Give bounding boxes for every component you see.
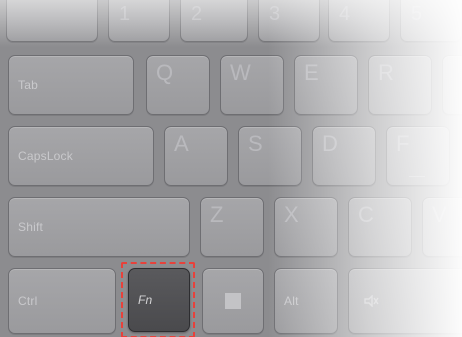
key-shift[interactable]: Shift bbox=[8, 197, 190, 257]
key-x[interactable]: X bbox=[274, 197, 338, 257]
key-tab[interactable]: Tab bbox=[8, 55, 134, 115]
key-c-label: C bbox=[358, 202, 374, 227]
key-alt-label: Alt bbox=[284, 294, 299, 308]
key-3[interactable]: 3 bbox=[258, 0, 320, 42]
key-3-label: 3 bbox=[269, 3, 281, 25]
key-ctrl[interactable]: Ctrl bbox=[8, 268, 116, 334]
key-5[interactable]: 5 bbox=[400, 0, 462, 42]
key-c[interactable]: C bbox=[348, 197, 412, 257]
key-a[interactable]: A bbox=[164, 126, 228, 186]
key-q-label: Q bbox=[156, 60, 174, 85]
key-1-label: 1 bbox=[119, 3, 131, 25]
key-f-label: F bbox=[396, 131, 410, 156]
key-v-label: V bbox=[432, 202, 447, 227]
key-tab-label: Tab bbox=[18, 78, 38, 92]
key-r-label: R bbox=[378, 60, 394, 85]
key-z-label: Z bbox=[210, 202, 224, 227]
key-s-label: S bbox=[248, 131, 263, 156]
key-windows[interactable] bbox=[202, 268, 264, 334]
key-x-label: X bbox=[284, 202, 299, 227]
key-5-label: 5 bbox=[411, 3, 423, 25]
key-w[interactable]: W bbox=[220, 55, 284, 115]
key-capslock[interactable]: CapsLock bbox=[8, 126, 154, 186]
key-4-label: 4 bbox=[339, 3, 351, 25]
square-icon bbox=[225, 293, 241, 309]
key-q[interactable]: Q bbox=[146, 55, 210, 115]
key-shift-label: Shift bbox=[18, 220, 44, 234]
key-4[interactable]: 4 bbox=[328, 0, 390, 42]
key-v[interactable]: V bbox=[422, 197, 462, 257]
mute-icon bbox=[364, 295, 379, 307]
key-d[interactable]: D bbox=[312, 126, 376, 186]
key-d-label: D bbox=[322, 131, 338, 156]
key-capslock-label: CapsLock bbox=[18, 149, 73, 163]
key-e[interactable]: E bbox=[294, 55, 358, 115]
key-f[interactable]: F bbox=[386, 126, 450, 186]
key-2-label: 2 bbox=[191, 3, 203, 25]
key-e-label: E bbox=[304, 60, 319, 85]
key-w-label: W bbox=[230, 60, 251, 85]
fn-key-highlight bbox=[121, 262, 195, 337]
key-ctrl-label: Ctrl bbox=[18, 294, 38, 308]
key-z[interactable]: Z bbox=[200, 197, 264, 257]
key-alt[interactable]: Alt bbox=[274, 268, 338, 334]
keyboard: 1 2 3 4 5 Tab Q W E R CapsLock A S D F S… bbox=[0, 0, 462, 337]
key-1[interactable]: 1 bbox=[108, 0, 170, 42]
key-a-label: A bbox=[174, 131, 189, 156]
f-key-bump bbox=[409, 176, 425, 177]
key-mute[interactable] bbox=[348, 268, 462, 334]
key-s[interactable]: S bbox=[238, 126, 302, 186]
key-t[interactable] bbox=[442, 55, 462, 115]
key-r[interactable]: R bbox=[368, 55, 432, 115]
key-tilde[interactable] bbox=[6, 0, 98, 42]
key-2[interactable]: 2 bbox=[180, 0, 248, 42]
